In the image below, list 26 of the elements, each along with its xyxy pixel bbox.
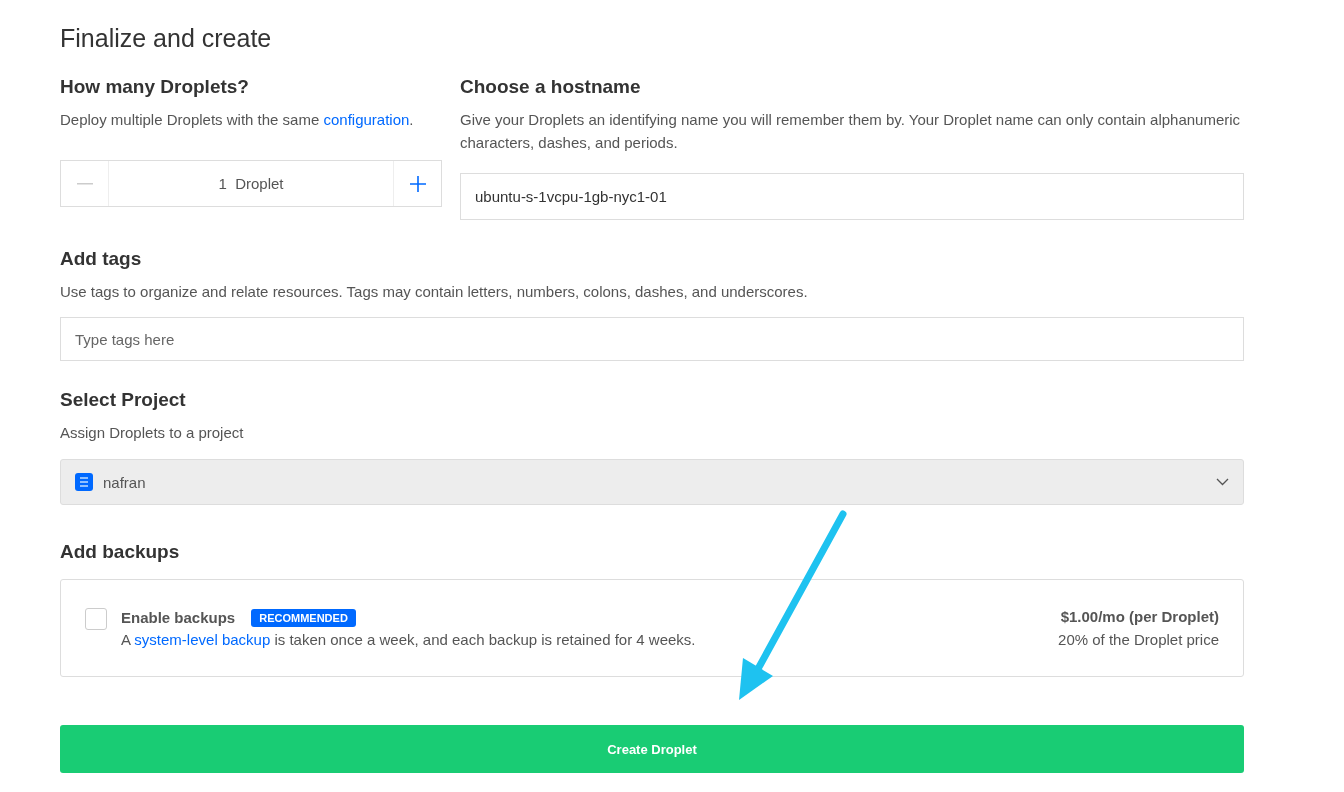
plus-icon [409, 175, 426, 192]
section-heading: Select Project [60, 388, 187, 412]
droplet-count-value: 1 Droplet [217, 174, 285, 194]
section-heading: Add tags [60, 247, 143, 271]
chevron-down-icon [1216, 478, 1229, 486]
backup-link[interactable]: system-level backup [134, 630, 271, 648]
hostname-input[interactable]: ubuntu-s-1vcpu-1gb-nyc1-01 [460, 173, 1244, 220]
minus-icon [76, 182, 93, 185]
section-heading: How many Droplets? [60, 75, 250, 99]
project-dropdown[interactable]: nafran [60, 459, 1244, 505]
page-title: Finalize and create [60, 23, 273, 54]
section-description: Deploy multiple Droplets with the same configuration. [60, 110, 415, 130]
recommended-badge: RECOMMENDED [251, 608, 356, 627]
section-description: Use tags to organize and relate resources. Tags may contain letters, numbers, colons, dashes, and underscores. [60, 282, 809, 302]
section-heading: Add backups [60, 540, 181, 564]
tags-input[interactable]: Type tags here [60, 317, 1244, 361]
backups-checkbox[interactable] [85, 608, 107, 630]
section-heading: Choose a hostname [460, 75, 642, 99]
backups-description: A system-level backup is taken once a week, and each backup is retained for 4 weeks. [121, 630, 697, 648]
project-icon [75, 473, 93, 491]
section-description: Assign Droplets to a project [60, 423, 245, 443]
backup-price: $1.00/mo (per Droplet) [1060, 608, 1219, 625]
checkbox-label: Enable backups [121, 609, 236, 626]
price-note: 20% of the Droplet price [1058, 631, 1219, 648]
section-description: Give your Droplets an identifying name you will remember them by. Your Droplet name can only contain alphanumeric characters, dashes, and periods. [460, 110, 1242, 153]
project-name: nafran [103, 473, 147, 491]
